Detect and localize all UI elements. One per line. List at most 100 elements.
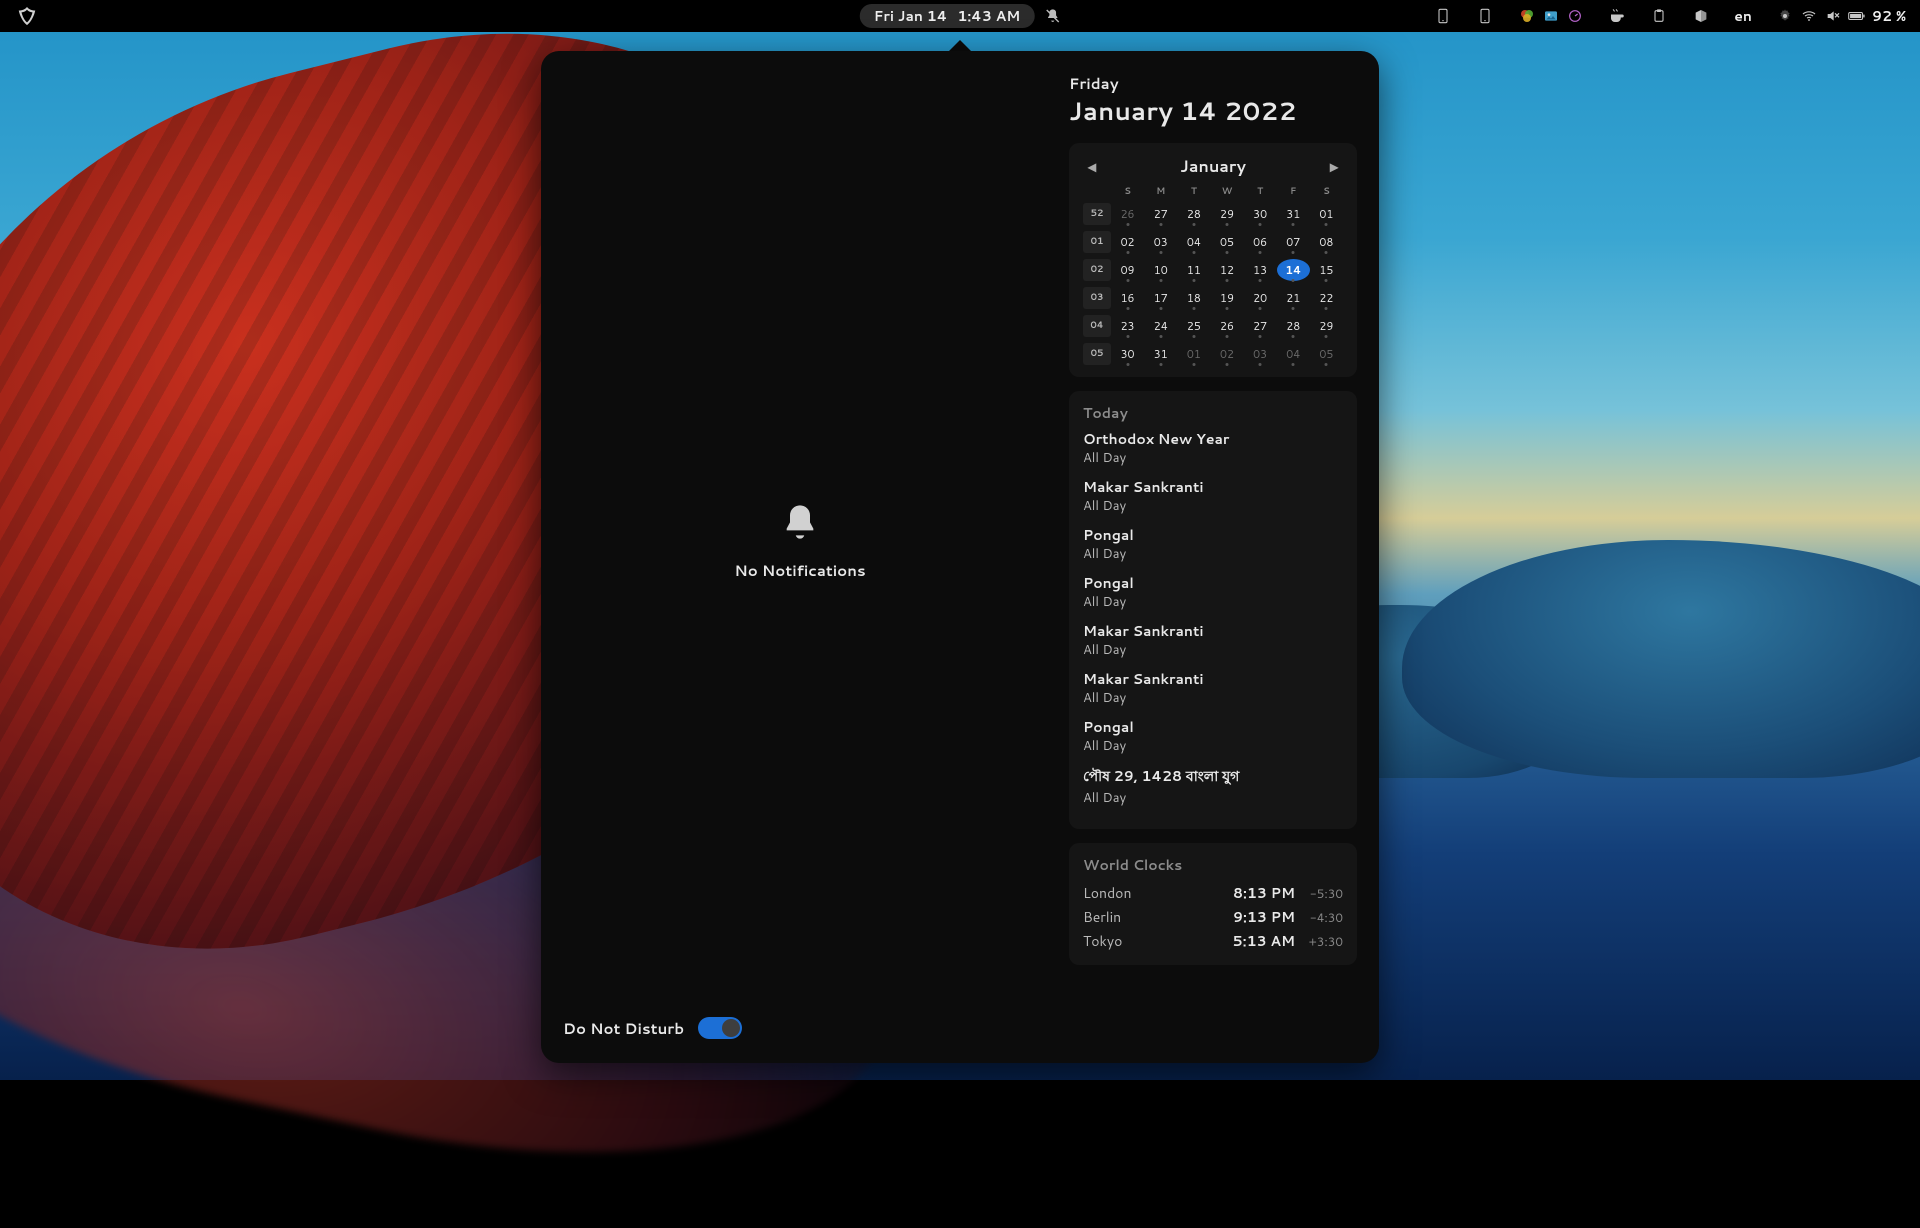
calendar-day[interactable]: 16 <box>1111 287 1144 309</box>
calendar-day[interactable]: 29 <box>1210 203 1243 225</box>
calendar-day[interactable]: 31 <box>1277 203 1310 225</box>
event-item[interactable]: Orthodox New YearAll Day <box>1083 429 1343 467</box>
activities-logo-icon[interactable] <box>14 3 40 29</box>
notifications-pane: No Notifications Do Not Disturb <box>541 51 1059 1063</box>
clocks-section-label: World Clocks <box>1083 855 1343 875</box>
clipboard-icon[interactable] <box>1650 7 1668 25</box>
calendar-day[interactable]: 07 <box>1277 231 1310 253</box>
next-month-button[interactable]: ▸ <box>1325 158 1343 176</box>
phone-icon[interactable] <box>1434 7 1452 25</box>
event-sub: All Day <box>1083 789 1343 807</box>
calendar-day[interactable]: 17 <box>1144 287 1177 309</box>
calendar-day[interactable]: 02 <box>1210 343 1243 365</box>
calendar-day[interactable]: 30 <box>1244 203 1277 225</box>
battery-percent: 92 % <box>1872 6 1906 26</box>
calendar-day[interactable]: 12 <box>1210 259 1243 281</box>
heading-full-date: January 14 2022 <box>1069 94 1357 129</box>
event-item[interactable]: Makar SankrantiAll Day <box>1083 669 1343 707</box>
events-list: Orthodox New YearAll Day Makar SankrantiA… <box>1083 429 1343 807</box>
calendar-day[interactable]: 29 <box>1310 315 1343 337</box>
calendar-day[interactable]: 09 <box>1111 259 1144 281</box>
clock-offset: -4:30 <box>1305 909 1343 926</box>
calendar-day[interactable]: 02 <box>1111 231 1144 253</box>
event-item[interactable]: Makar SankrantiAll Day <box>1083 621 1343 659</box>
calendar-month-label: January <box>1180 155 1246 178</box>
event-sub: All Day <box>1083 497 1343 515</box>
calendar-day[interactable]: 05 <box>1310 343 1343 365</box>
color-profile-icon[interactable] <box>1518 7 1536 25</box>
heading-dow: Friday <box>1069 73 1357 94</box>
date-time-pill[interactable]: Fri Jan 14 1:43 AM <box>860 4 1035 28</box>
calendar-day[interactable]: 15 <box>1310 259 1343 281</box>
clock-time: 8:13 PM <box>1233 883 1295 903</box>
calendar-day[interactable]: 04 <box>1277 343 1310 365</box>
dnd-toggle[interactable] <box>698 1017 742 1039</box>
clocks-list: London8:13 PM-5:30Berlin 9:13 PM -4:30 Toky… <box>1083 881 1343 953</box>
calendar-day[interactable]: 26 <box>1111 203 1144 225</box>
calendar-day[interactable]: 01 <box>1177 343 1210 365</box>
prev-month-button[interactable]: ◂ <box>1083 158 1101 176</box>
calendar-day[interactable]: 03 <box>1144 231 1177 253</box>
calendar-day[interactable]: 26 <box>1210 315 1243 337</box>
caffeine-icon[interactable] <box>1608 7 1626 25</box>
date-heading: Friday January 14 2022 <box>1069 73 1357 129</box>
calendar-pane: Friday January 14 2022 ◂ January ▸ SMTWT… <box>1059 51 1379 1063</box>
calendar-day[interactable]: 10 <box>1144 259 1177 281</box>
calendar-dow: W <box>1210 184 1243 197</box>
dnd-row: Do Not Disturb <box>559 1013 1041 1045</box>
clock-area[interactable]: Fri Jan 14 1:43 AM <box>860 4 1061 28</box>
event-item[interactable]: Makar SankrantiAll Day <box>1083 477 1343 515</box>
calendar-day[interactable]: 20 <box>1244 287 1277 309</box>
calendar-day[interactable]: 11 <box>1177 259 1210 281</box>
clock-time: 5:13 AM <box>1233 931 1295 951</box>
pictures-icon[interactable] <box>1542 7 1560 25</box>
event-item[interactable]: PongalAll Day <box>1083 573 1343 611</box>
battery-icon <box>1848 7 1866 25</box>
calendar-day[interactable]: 27 <box>1144 203 1177 225</box>
system-status-area[interactable]: 92 % <box>1776 6 1906 26</box>
input-language[interactable]: en <box>1734 6 1752 26</box>
calendar-day[interactable]: 24 <box>1144 315 1177 337</box>
topbar-time: 1:43 AM <box>957 6 1020 26</box>
calendar-day[interactable]: 30 <box>1111 343 1144 365</box>
world-clock-row: Tokyo5:13 AM+3:30 <box>1083 929 1343 953</box>
calendar-day[interactable]: 28 <box>1177 203 1210 225</box>
calendar-dow: F <box>1277 184 1310 197</box>
calendar-day[interactable]: 04 <box>1177 231 1210 253</box>
calendar-dow: T <box>1177 184 1210 197</box>
calendar-day[interactable]: 05 <box>1210 231 1243 253</box>
calendar-day[interactable]: 18 <box>1177 287 1210 309</box>
calendar-day[interactable]: 21 <box>1277 287 1310 309</box>
calendar-week-number: 04 <box>1083 315 1111 337</box>
calendar-dow: S <box>1111 184 1144 197</box>
calendar-day[interactable]: 08 <box>1310 231 1343 253</box>
event-item[interactable]: PongalAll Day <box>1083 717 1343 755</box>
calendar-day[interactable]: 06 <box>1244 231 1277 253</box>
event-item[interactable]: PongalAll Day <box>1083 525 1343 563</box>
clock-city: Berlin <box>1083 907 1121 927</box>
calendar-day[interactable]: 23 <box>1111 315 1144 337</box>
event-sub: All Day <box>1083 689 1343 707</box>
no-notifications-label: No Notifications <box>734 560 865 581</box>
tray-indicator-group[interactable] <box>1518 7 1584 25</box>
calendar-week-number: 01 <box>1083 231 1111 253</box>
event-title: Pongal <box>1083 573 1343 593</box>
event-sub: All Day <box>1083 545 1343 563</box>
phone-icon[interactable] <box>1476 7 1494 25</box>
calendar-day[interactable]: 28 <box>1277 315 1310 337</box>
calendar-day[interactable]: 03 <box>1244 343 1277 365</box>
settings-gear-icon <box>1776 7 1794 25</box>
world-clock-row: London8:13 PM-5:30 <box>1083 881 1343 905</box>
calendar-day[interactable]: 19 <box>1210 287 1243 309</box>
calendar-day[interactable]: 31 <box>1144 343 1177 365</box>
calendar-day[interactable]: 01 <box>1310 203 1343 225</box>
clock-time: 9:13 PM <box>1233 907 1295 927</box>
event-item[interactable]: পৌষ 29, 1428 বাংলা যুগAll Day <box>1083 765 1343 807</box>
calendar-day[interactable]: 25 <box>1177 315 1210 337</box>
calendar-day[interactable]: 22 <box>1310 287 1343 309</box>
calendar-day[interactable]: 13 <box>1244 259 1277 281</box>
calendar-day[interactable]: 14 <box>1277 259 1310 281</box>
system-monitor-icon[interactable] <box>1566 7 1584 25</box>
package-icon[interactable] <box>1692 7 1710 25</box>
calendar-day[interactable]: 27 <box>1244 315 1277 337</box>
